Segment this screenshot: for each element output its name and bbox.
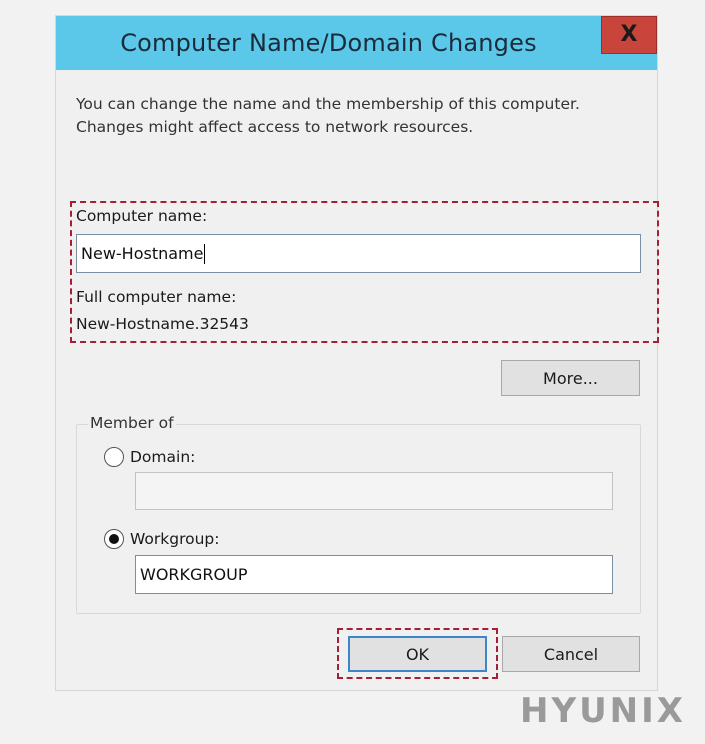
computer-name-input[interactable]: New-Hostname xyxy=(76,234,641,273)
title-bar[interactable]: Computer Name/Domain Changes X xyxy=(56,16,657,70)
workgroup-radio[interactable] xyxy=(104,529,124,549)
full-computer-name-value: New-Hostname.32543 xyxy=(76,315,249,333)
computer-name-label: Computer name: xyxy=(76,207,208,225)
workgroup-label: Workgroup: xyxy=(130,530,220,548)
dialog-title: Computer Name/Domain Changes xyxy=(120,29,537,57)
computer-name-value: New-Hostname xyxy=(81,244,204,263)
hyunix-watermark: HYUNIX xyxy=(520,691,687,731)
computer-name-dialog: Computer Name/Domain Changes X You can c… xyxy=(55,15,659,691)
radio-selected-dot xyxy=(109,534,119,544)
domain-label: Domain: xyxy=(130,448,196,466)
full-computer-name-label: Full computer name: xyxy=(76,288,237,306)
domain-radio[interactable] xyxy=(104,447,124,467)
cancel-button[interactable]: Cancel xyxy=(502,636,640,672)
ok-button[interactable]: OK xyxy=(348,636,487,672)
member-of-legend: Member of xyxy=(88,414,176,432)
domain-input[interactable] xyxy=(135,472,613,510)
intro-text: You can change the name and the membersh… xyxy=(76,95,580,136)
close-button[interactable]: X xyxy=(601,16,657,54)
close-icon: X xyxy=(620,22,638,47)
workgroup-input[interactable]: WORKGROUP xyxy=(135,555,613,594)
text-caret xyxy=(204,243,206,264)
more-button[interactable]: More... xyxy=(501,360,640,396)
